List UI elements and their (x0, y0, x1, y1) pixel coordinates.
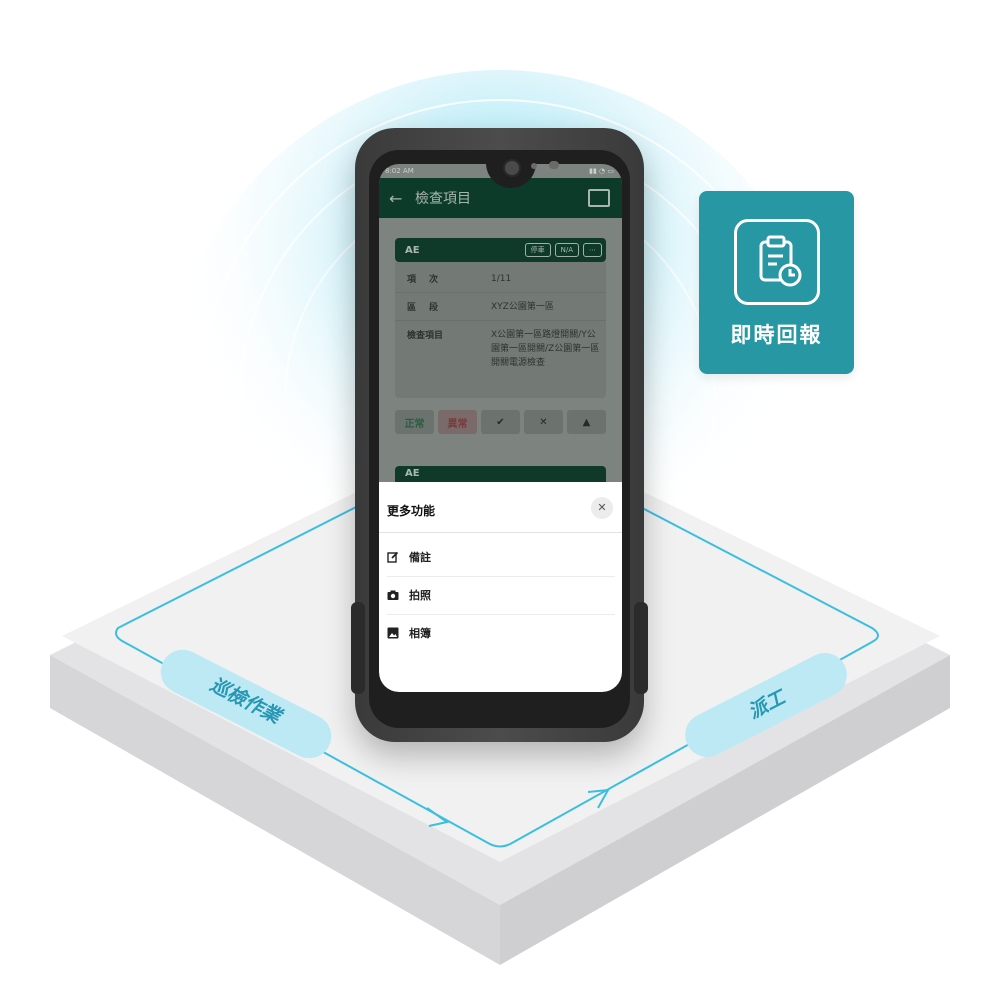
chip-stop[interactable]: 停車 (524, 243, 551, 257)
phone-device: 8:02 AM ▮▮ ◔ ▭ ← 檢查項目 AE 停車 N/A ⋯ 項 次 1/… (351, 128, 648, 742)
menu-item-photo[interactable]: 拍照 (387, 576, 615, 615)
more-options-icon[interactable]: ⋯ (583, 243, 602, 257)
clipboard-clock-icon (734, 219, 820, 305)
app-title: 檢查項目 (415, 191, 471, 207)
phone-screen: 8:02 AM ▮▮ ◔ ▭ ← 檢查項目 AE 停車 N/A ⋯ 項 次 1/… (379, 164, 622, 692)
check-button[interactable]: ✔ (481, 410, 520, 434)
warning-button[interactable]: ▲ (567, 410, 606, 434)
instant-report-tile[interactable]: 即時回報 (699, 191, 854, 374)
inspection-card-header: AE 停車 N/A ⋯ (395, 238, 606, 262)
left-grip (351, 602, 365, 694)
menu-item-album[interactable]: 相簿 (387, 614, 615, 652)
front-camera (503, 159, 521, 177)
back-arrow-icon[interactable]: ← (389, 189, 409, 208)
submit-icon[interactable] (588, 189, 610, 207)
abnormal-button[interactable]: 異常 (438, 410, 477, 434)
inspection-card-body: 項 次 1/11 區 段 XYZ公園第一區 檢查項目 X公園第一區路燈開關/Y公… (395, 262, 606, 398)
normal-button[interactable]: 正常 (395, 410, 434, 434)
edit-icon (387, 551, 399, 563)
cross-button[interactable]: ✕ (524, 410, 563, 434)
instant-report-label: 即時回報 (730, 323, 823, 347)
camera-icon (387, 589, 399, 601)
menu-item-note[interactable]: 備註 (387, 538, 615, 577)
card-code: AE (405, 244, 420, 256)
sheet-title: 更多功能 (387, 504, 436, 518)
more-functions-sheet: 更多功能 ✕ 備註 拍照 相簿 (379, 482, 622, 692)
image-icon (387, 627, 399, 639)
inspection-actions: 正常 異常 ✔ ✕ ▲ (395, 410, 606, 434)
close-icon[interactable]: ✕ (591, 497, 613, 519)
status-time: 8:02 AM (385, 167, 414, 175)
signal-battery-icon: ▮▮ ◔ ▭ (589, 167, 614, 175)
chip-na[interactable]: N/A (554, 243, 579, 257)
right-grip (634, 602, 648, 694)
